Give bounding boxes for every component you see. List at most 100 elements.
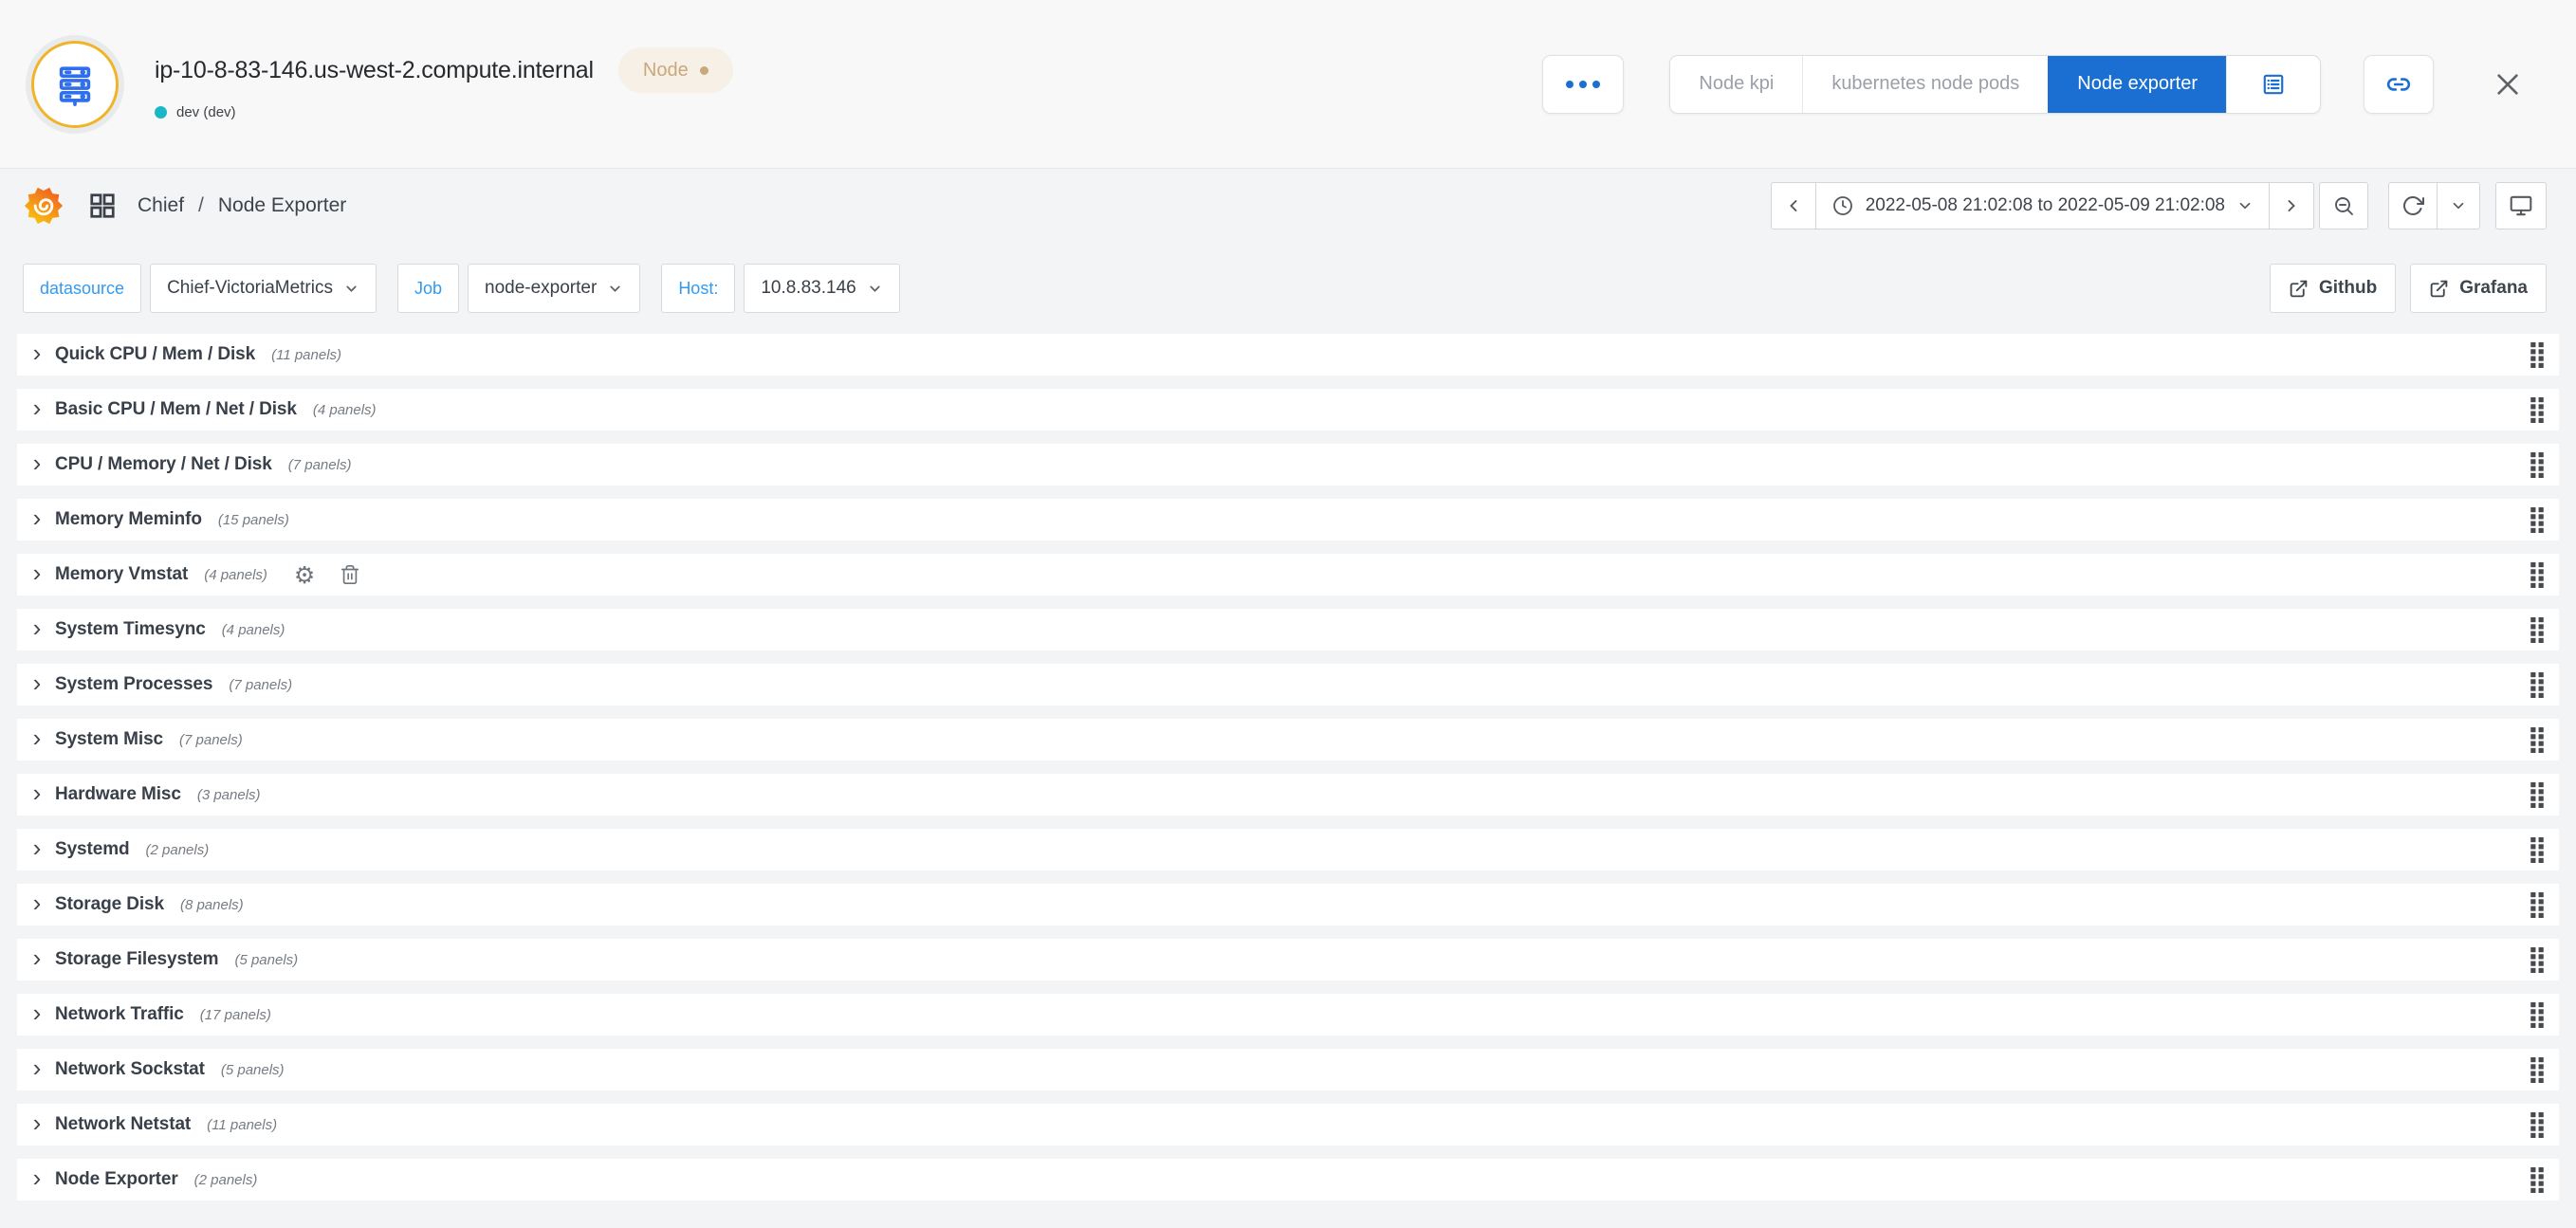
external-link-icon — [2429, 279, 2449, 299]
drag-handle-icon[interactable] — [2530, 1057, 2544, 1083]
node-type-badge: Node — [618, 47, 733, 93]
variable-label: Job — [397, 264, 459, 313]
copy-link-button[interactable] — [2364, 55, 2434, 114]
variable-value-dropdown[interactable]: Chief-VictoriaMetrics — [150, 264, 377, 313]
host-header-actions: Node kpi kubernetes node pods Node expor… — [1542, 55, 2523, 114]
chevron-right-icon: › — [26, 725, 48, 754]
host-header: ip-10-8-83-146.us-west-2.compute.interna… — [0, 0, 2576, 169]
time-shift-back-button[interactable] — [1771, 182, 1816, 229]
drag-handle-icon[interactable] — [2530, 397, 2544, 423]
row-title: Systemd — [55, 839, 130, 860]
drag-handle-icon[interactable] — [2530, 947, 2544, 973]
gear-icon[interactable]: ⚙ — [294, 563, 315, 587]
dashboard-row[interactable]: › System Timesync (4 panels) ⚙ — [17, 609, 2559, 651]
row-panel-count: (8 panels) — [180, 897, 244, 913]
drag-handle-icon[interactable] — [2530, 617, 2544, 643]
variable-label: datasource — [23, 264, 141, 313]
time-shift-forward-button[interactable] — [2269, 182, 2314, 229]
drag-handle-icon[interactable] — [2530, 342, 2544, 368]
chevron-right-icon: › — [26, 1165, 48, 1194]
variable-value-dropdown[interactable]: node-exporter — [468, 264, 640, 313]
dashboard-row[interactable]: › System Processes (7 panels) ⚙ — [17, 664, 2559, 706]
grafana-link-label: Grafana — [2459, 278, 2528, 299]
breadcrumb-folder[interactable]: Chief — [138, 194, 184, 217]
dashboard-tab[interactable]: kubernetes node pods — [1802, 56, 2048, 113]
link-icon — [2386, 72, 2411, 97]
environment-label: dev (dev) — [176, 104, 236, 120]
github-link-button[interactable]: Github — [2270, 264, 2396, 313]
clock-icon — [1831, 194, 1854, 217]
badge-dot-icon — [700, 66, 708, 75]
row-panel-count: (4 panels) — [313, 402, 377, 418]
row-panel-count: (2 panels) — [194, 1172, 258, 1188]
row-panel-count: (11 panels) — [207, 1117, 277, 1133]
more-button[interactable] — [1542, 55, 1624, 114]
row-title: Storage Disk — [55, 894, 164, 915]
variable-value-dropdown[interactable]: 10.8.83.146 — [744, 264, 899, 313]
dashboard-row[interactable]: › Storage Disk (8 panels) ⚙ — [17, 884, 2559, 926]
drag-handle-icon[interactable] — [2530, 782, 2544, 808]
chevron-right-icon: › — [26, 890, 48, 919]
row-panel-count: (4 panels) — [204, 567, 267, 583]
chevron-right-icon: › — [26, 560, 48, 589]
row-panel-count: (2 panels) — [146, 842, 210, 858]
drag-handle-icon[interactable] — [2530, 507, 2544, 533]
breadcrumb-dashboard[interactable]: Node Exporter — [218, 194, 346, 217]
row-title: Quick CPU / Mem / Disk — [55, 344, 255, 365]
refresh-button[interactable] — [2388, 182, 2438, 229]
dashboard-row[interactable]: › Memory Meminfo (15 panels) ⚙ — [17, 499, 2559, 541]
dashboard-row[interactable]: › Memory Vmstat (4 panels) ⚙ — [17, 554, 2559, 596]
dashboard-row[interactable]: › Network Netstat (11 panels) ⚙ — [17, 1104, 2559, 1146]
chevron-right-icon: › — [26, 945, 48, 974]
drag-handle-icon[interactable] — [2530, 727, 2544, 753]
apps-grid-icon[interactable] — [88, 192, 117, 220]
row-panel-count: (17 panels) — [200, 1007, 271, 1023]
chevron-right-icon: › — [26, 1110, 48, 1139]
trash-icon[interactable] — [340, 564, 360, 585]
drag-handle-icon[interactable] — [2530, 672, 2544, 698]
host-info: ip-10-8-83-146.us-west-2.compute.interna… — [155, 47, 733, 120]
dashboard-row[interactable]: › System Misc (7 panels) ⚙ — [17, 719, 2559, 761]
chevron-right-icon: › — [26, 615, 48, 644]
zoom-out-button[interactable] — [2319, 182, 2368, 229]
row-title: System Misc — [55, 729, 163, 750]
tab-label: Node exporter — [2077, 73, 2198, 95]
refresh-interval-dropdown[interactable] — [2437, 182, 2480, 229]
chevron-left-icon — [1784, 196, 1803, 215]
dashboard-list-button[interactable] — [2226, 56, 2320, 113]
drag-handle-icon[interactable] — [2530, 452, 2544, 478]
drag-handle-icon[interactable] — [2530, 837, 2544, 863]
dashboard-row[interactable]: › CPU / Memory / Net / Disk (7 panels) ⚙ — [17, 444, 2559, 486]
chevron-right-icon: › — [26, 450, 48, 479]
drag-handle-icon[interactable] — [2530, 1002, 2544, 1028]
dashboard-row[interactable]: › Systemd (2 panels) ⚙ — [17, 829, 2559, 871]
kiosk-mode-button[interactable] — [2495, 182, 2547, 229]
drag-handle-icon[interactable] — [2530, 892, 2544, 918]
dashboard-tab[interactable]: Node exporter — [2048, 56, 2226, 113]
drag-handle-icon[interactable] — [2530, 562, 2544, 588]
dashboard-row[interactable]: › Quick CPU / Mem / Disk (11 panels) ⚙ — [17, 334, 2559, 376]
avatar — [31, 41, 119, 128]
tab-label: kubernetes node pods — [1831, 73, 2019, 95]
dashboard-row[interactable]: › Storage Filesystem (5 panels) ⚙ — [17, 939, 2559, 981]
badge-label: Node — [643, 60, 689, 82]
dashboard-row[interactable]: › Network Traffic (17 panels) ⚙ — [17, 994, 2559, 1036]
zoom-out-icon — [2332, 194, 2355, 217]
dashboard-row[interactable]: › Hardware Misc (3 panels) ⚙ — [17, 774, 2559, 816]
row-panel-count: (7 panels) — [288, 457, 352, 473]
chevron-right-icon: › — [26, 340, 48, 369]
github-link-label: Github — [2319, 278, 2377, 299]
dashboard-row[interactable]: › Network Sockstat (5 panels) ⚙ — [17, 1049, 2559, 1091]
dashboard-row[interactable]: › Basic CPU / Mem / Net / Disk (4 panels… — [17, 389, 2559, 431]
row-title: Basic CPU / Mem / Net / Disk — [55, 399, 297, 420]
variable-value: Chief-VictoriaMetrics — [167, 278, 333, 299]
time-range-picker[interactable]: 2022-05-08 21:02:08 to 2022-05-09 21:02:… — [1815, 182, 2270, 229]
dashboard-tab[interactable]: Node kpi — [1670, 56, 1802, 113]
drag-handle-icon[interactable] — [2530, 1167, 2544, 1193]
external-link-icon — [2289, 279, 2309, 299]
drag-handle-icon[interactable] — [2530, 1112, 2544, 1138]
dashboard-row[interactable]: › Node Exporter (2 panels) ⚙ — [17, 1159, 2559, 1201]
row-title: Hardware Misc — [55, 784, 181, 805]
grafana-link-button[interactable]: Grafana — [2410, 264, 2547, 313]
close-button[interactable] — [2493, 69, 2523, 100]
